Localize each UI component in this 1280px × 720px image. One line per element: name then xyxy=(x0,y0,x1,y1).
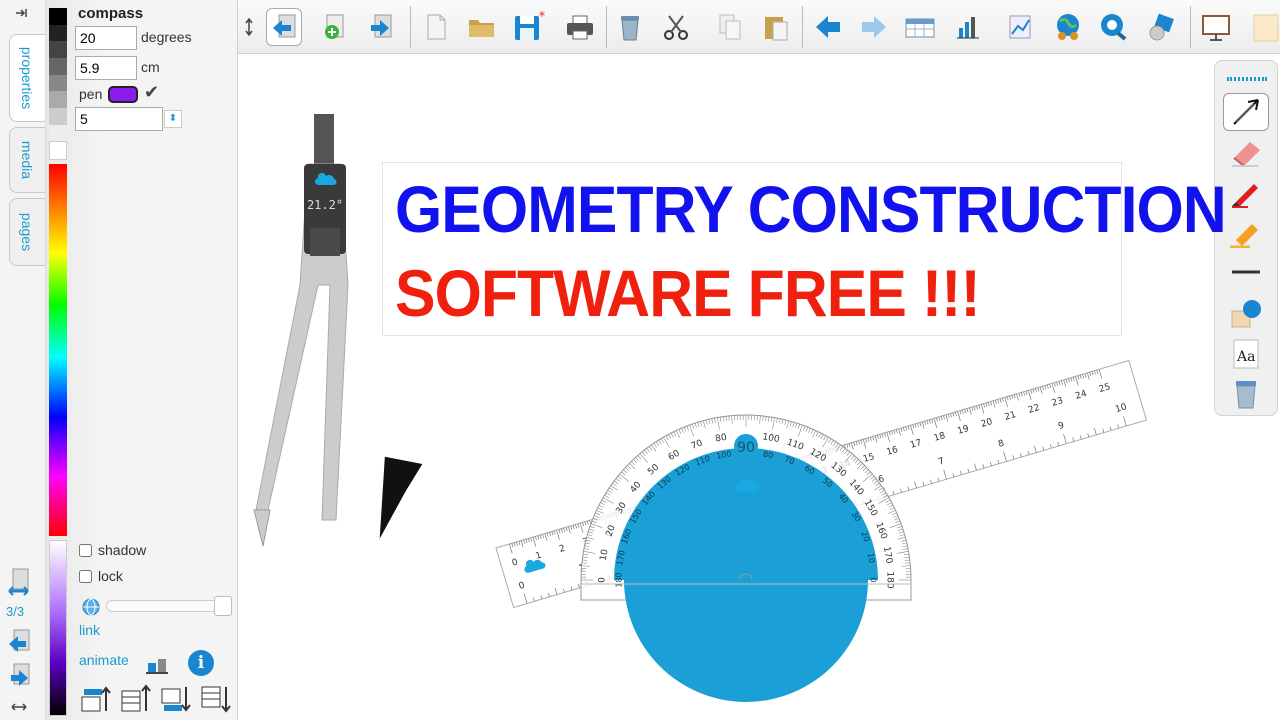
clear-trash-icon[interactable] xyxy=(1223,375,1269,413)
panel-title: compass xyxy=(78,5,144,22)
title-line-1: GEOMETRY CONSTRUCTION xyxy=(395,172,1227,246)
tab-pages[interactable]: pages xyxy=(9,198,45,266)
length-input[interactable] xyxy=(75,56,137,80)
next-page-icon[interactable] xyxy=(362,8,398,46)
redo-arrow-icon[interactable] xyxy=(856,8,892,46)
protractor-inner-label: 80 xyxy=(762,450,774,461)
table-icon[interactable] xyxy=(902,8,938,46)
lock-checkbox-row[interactable]: lock xyxy=(79,568,123,584)
protractor-tool[interactable]: 010203040506070 80 100 11012013014015016017… xyxy=(578,404,914,702)
pen-icon[interactable] xyxy=(1223,173,1269,211)
open-folder-icon[interactable] xyxy=(464,8,500,46)
align-icon[interactable] xyxy=(144,655,170,679)
pen-color-swatch[interactable] xyxy=(108,86,138,103)
protractor-inner-label: 180 xyxy=(615,572,624,587)
protractor-outer-label: 10 xyxy=(599,548,611,561)
stepper-icon[interactable]: ⬍ xyxy=(164,110,182,128)
tab-pages-label: pages xyxy=(19,212,36,252)
side-tab-strip: properties media pages 3/3 xyxy=(0,0,46,720)
shapes-icon[interactable] xyxy=(1144,8,1180,46)
protractor-outer-label: 180 xyxy=(885,571,895,588)
title-line-2: SOFTWARE FREE !!! xyxy=(395,256,981,330)
grayscale-palette[interactable] xyxy=(49,8,67,161)
display-icon[interactable] xyxy=(1198,8,1234,46)
resize-handle-icon[interactable] xyxy=(242,8,256,46)
tab-properties-label: properties xyxy=(19,46,36,110)
title-text-box[interactable]: GEOMETRY CONSTRUCTION SOFTWARE FREE !!! xyxy=(382,162,1227,336)
select-pointer-icon[interactable] xyxy=(1223,93,1269,131)
opacity-globe-icon xyxy=(80,597,102,617)
protractor-inner-label: 10 xyxy=(866,552,877,564)
tab-properties[interactable]: properties xyxy=(9,34,45,122)
lock-label: lock xyxy=(98,568,123,584)
properties-panel: compass degrees cm pen ✔ ⬍ shadow lock l… xyxy=(46,0,238,720)
cut-icon[interactable] xyxy=(658,8,694,46)
bring-forward-icon[interactable] xyxy=(80,683,112,713)
angle-unit-label: degrees xyxy=(141,29,192,45)
protractor-inner-label: 0 xyxy=(869,577,878,582)
trash-icon[interactable] xyxy=(612,8,648,46)
send-backward-icon[interactable] xyxy=(160,683,192,713)
shadow-checkbox-row[interactable]: shadow xyxy=(79,542,146,558)
protractor-center-label: 90 xyxy=(737,440,755,456)
expand-arrows-icon[interactable] xyxy=(10,700,28,712)
pen-label: pen xyxy=(79,86,103,102)
page-counter: 3/3 xyxy=(6,604,25,619)
info-button[interactable]: i xyxy=(188,650,214,676)
undo-arrow-icon[interactable] xyxy=(810,8,846,46)
protractor-outer-label: 80 xyxy=(715,433,728,445)
sticky-note-icon[interactable] xyxy=(1246,8,1280,46)
shadow-checkbox[interactable] xyxy=(79,543,92,557)
send-to-back-icon[interactable] xyxy=(200,683,232,713)
compass-angle-readout: 21.2° xyxy=(307,198,343,212)
app-window: properties media pages 3/3 compass 20 de… xyxy=(0,0,1280,720)
pen-width-input[interactable] xyxy=(75,107,163,131)
lock-checkbox[interactable] xyxy=(79,569,92,583)
previous-page-icon[interactable] xyxy=(266,8,302,46)
highlighter-icon[interactable] xyxy=(1223,213,1269,251)
line-icon[interactable] xyxy=(1223,253,1269,291)
next-page-icon[interactable] xyxy=(6,662,32,688)
page-thumbnail-icon[interactable] xyxy=(6,566,32,596)
bar-chart-icon[interactable] xyxy=(950,8,986,46)
compass-tool[interactable]: 21.2° xyxy=(248,110,428,550)
paste-icon[interactable] xyxy=(758,8,794,46)
new-document-icon[interactable] xyxy=(418,8,454,46)
add-page-icon[interactable] xyxy=(316,8,352,46)
protractor-outer-label: 0 xyxy=(598,577,608,583)
graph-icon[interactable] xyxy=(1002,8,1038,46)
main-toolbar: * xyxy=(238,0,1280,54)
search-globe-icon[interactable] xyxy=(1096,8,1132,46)
copy-icon[interactable] xyxy=(712,8,748,46)
link-button[interactable]: link xyxy=(79,622,100,638)
length-unit-label: cm xyxy=(141,59,160,75)
animate-button[interactable]: animate xyxy=(79,652,129,668)
text-icon[interactable]: Aa xyxy=(1223,335,1269,373)
checkmark-icon[interactable]: ✔ xyxy=(144,82,159,103)
palette-grip[interactable] xyxy=(1227,77,1267,81)
tab-media[interactable]: media xyxy=(9,127,45,193)
collapse-panel-icon[interactable] xyxy=(14,6,28,20)
shade-color-picker[interactable] xyxy=(49,540,67,716)
tab-media-label: media xyxy=(19,140,36,180)
globe-icon[interactable] xyxy=(1050,8,1086,46)
bring-to-front-icon[interactable] xyxy=(120,683,152,713)
opacity-slider-thumb[interactable] xyxy=(214,596,232,616)
eraser-icon[interactable] xyxy=(1223,133,1269,171)
svg-text:Aa: Aa xyxy=(1236,349,1255,365)
shadow-label: shadow xyxy=(98,542,147,558)
previous-page-icon[interactable] xyxy=(6,628,32,654)
print-icon[interactable] xyxy=(562,8,598,46)
save-icon[interactable]: * xyxy=(510,8,546,46)
angle-input[interactable] xyxy=(75,26,137,50)
svg-text:*: * xyxy=(539,10,545,23)
shape-tool-icon[interactable] xyxy=(1223,295,1269,333)
hue-color-picker[interactable] xyxy=(49,164,67,536)
